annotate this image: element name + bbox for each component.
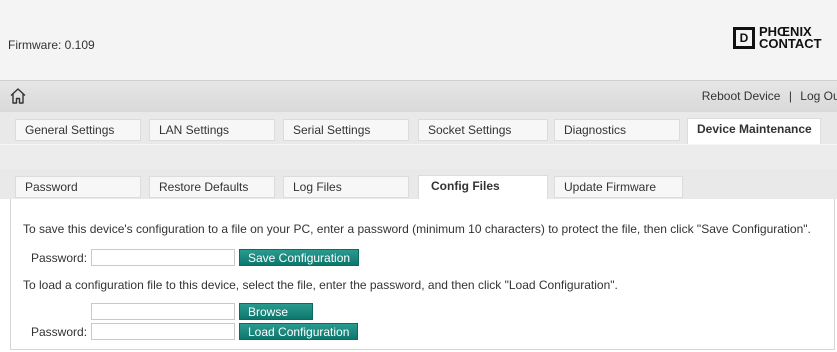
save-password-label: Password: [31, 251, 88, 265]
subtab-update-firmware[interactable]: Update Firmware [554, 176, 683, 198]
tab-serial-settings[interactable]: Serial Settings [283, 119, 409, 141]
save-configuration-button[interactable]: Save Configuration [239, 249, 360, 266]
tab-device-maintenance[interactable]: Device Maintenance [687, 118, 821, 144]
reboot-device-link[interactable]: Reboot Device [702, 89, 781, 103]
browse-button[interactable]: Browse [239, 303, 313, 320]
tab-general-settings[interactable]: General Settings [15, 119, 141, 141]
page-header: Firmware: 0.109 D PHŒNIX CONTACT [0, 0, 837, 80]
home-icon[interactable] [8, 86, 28, 106]
top-navbar: Reboot Device | Log Out [0, 80, 837, 113]
subtab-config-files[interactable]: Config Files [418, 175, 548, 201]
save-password-input[interactable] [91, 249, 235, 266]
tab-diagnostics[interactable]: Diagnostics [554, 119, 680, 141]
tab-socket-settings[interactable]: Socket Settings [418, 119, 548, 141]
nav-links: Reboot Device | Log Out [702, 89, 837, 103]
load-password-label: Password: [31, 325, 88, 339]
sub-tabs: Password Restore Defaults Log Files Conf… [0, 169, 837, 201]
save-description: To save this device's configuration to a… [23, 222, 811, 236]
tab-lan-settings[interactable]: LAN Settings [149, 119, 275, 141]
main-tabs: General Settings LAN Settings Serial Set… [0, 112, 837, 144]
load-password-input[interactable] [91, 323, 235, 340]
config-files-panel: To save this device's configuration to a… [10, 199, 835, 350]
logout-link[interactable]: Log Out [800, 89, 837, 103]
load-configuration-button[interactable]: Load Configuration [239, 323, 359, 340]
firmware-version: Firmware: 0.109 [8, 38, 95, 52]
nav-separator: | [788, 89, 792, 103]
load-description: To load a configuration file to this dev… [23, 278, 618, 292]
tab-band [0, 144, 837, 170]
logo-text: PHŒNIX CONTACT [759, 25, 822, 51]
subtab-log-files[interactable]: Log Files [283, 176, 409, 198]
phoenix-contact-logo: D PHŒNIX CONTACT [733, 22, 837, 54]
subtab-password[interactable]: Password [15, 176, 141, 198]
subtab-restore-defaults[interactable]: Restore Defaults [149, 176, 275, 198]
logo-line-2: CONTACT [759, 36, 822, 51]
logo-mark: D [733, 27, 755, 49]
config-file-input[interactable] [91, 303, 235, 320]
